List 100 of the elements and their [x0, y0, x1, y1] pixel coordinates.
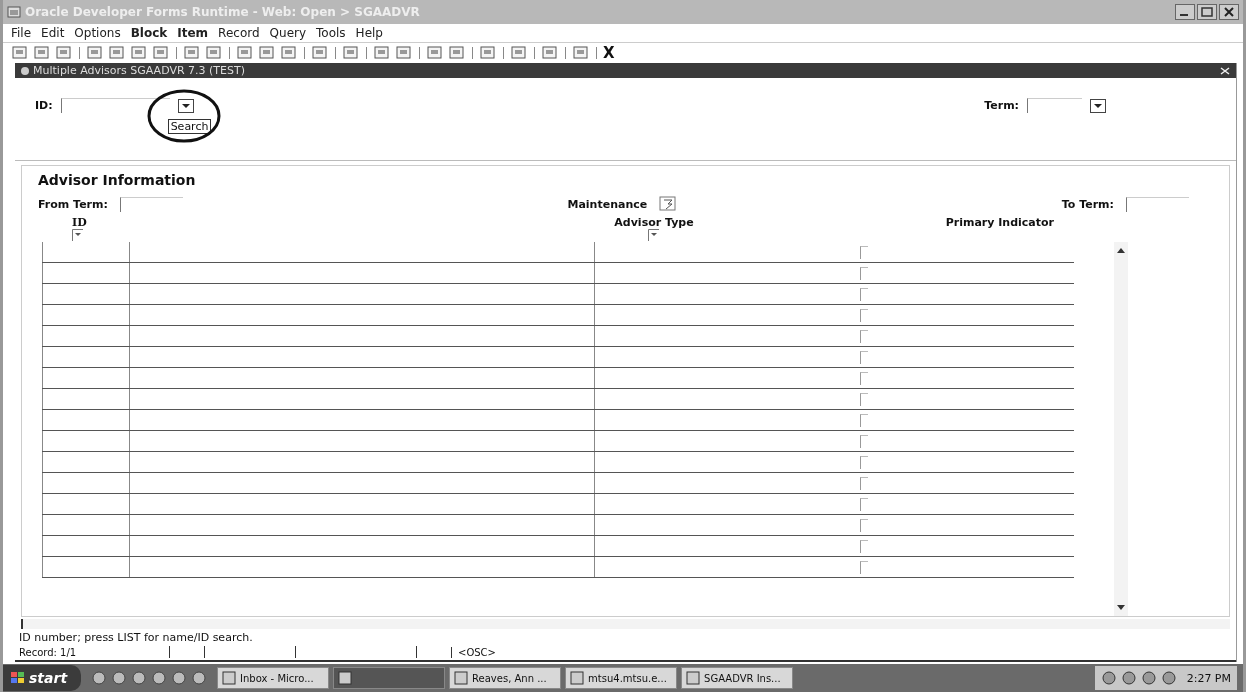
toolbar-icon[interactable]	[311, 45, 329, 61]
toolbar-icon[interactable]	[55, 45, 73, 61]
field-label: Term:	[984, 99, 1019, 112]
toolbar-icon[interactable]	[373, 45, 391, 61]
checkbox[interactable]	[860, 560, 868, 574]
minimize-button[interactable]	[1175, 4, 1195, 20]
toolbar-icon[interactable]	[426, 45, 444, 61]
close-button[interactable]	[1219, 4, 1239, 20]
toolbar-icon[interactable]	[342, 45, 360, 61]
dropdown-button[interactable]	[177, 98, 194, 113]
exit-button[interactable]: X	[603, 45, 615, 61]
toolbar-icon[interactable]	[258, 45, 276, 61]
toolbar-icon[interactable]	[205, 45, 223, 61]
id-field[interactable]	[42, 452, 130, 472]
quick-launch-icon[interactable]	[171, 670, 188, 686]
start-button[interactable]: start	[3, 665, 82, 691]
id-field[interactable]	[42, 536, 130, 556]
id-field[interactable]	[42, 515, 130, 535]
toolbar-icon[interactable]	[236, 45, 254, 61]
close-icon[interactable]	[1218, 64, 1232, 77]
menu-item[interactable]: Tools	[316, 26, 346, 40]
taskbar-button[interactable]: SGAADVR Ins...	[681, 667, 794, 689]
scroll-down-icon[interactable]	[1116, 604, 1126, 612]
toolbar-icon[interactable]	[448, 45, 466, 61]
quick-launch-icon[interactable]	[131, 670, 148, 686]
mode-indicator: <OSC>	[451, 646, 496, 658]
menu-item[interactable]: Edit	[41, 26, 65, 40]
taskbar-button[interactable]: Reaves, Ann ...	[449, 667, 562, 689]
toolbar-icon[interactable]	[152, 45, 170, 61]
menu-item[interactable]: Help	[355, 26, 383, 40]
quick-launch-icon[interactable]	[111, 670, 128, 686]
id-field[interactable]	[42, 326, 130, 346]
menu-item[interactable]: Options	[74, 26, 121, 40]
id-field[interactable]	[42, 431, 130, 451]
taskbar-button[interactable]: mtsu4.mtsu.e...	[565, 667, 678, 689]
checkbox[interactable]	[860, 245, 868, 259]
menu-item[interactable]: Block	[130, 26, 168, 40]
tray-icon[interactable]	[1160, 670, 1177, 686]
toolbar-icon[interactable]	[280, 45, 298, 61]
checkbox[interactable]	[860, 350, 868, 364]
toolbar-icon[interactable]	[572, 45, 590, 61]
id-field[interactable]	[42, 242, 130, 262]
quick-launch-icon[interactable]	[151, 670, 168, 686]
toolbar-icon[interactable]	[130, 45, 148, 61]
id-field[interactable]	[42, 368, 130, 388]
taskbar-button[interactable]	[333, 667, 446, 689]
checkbox[interactable]	[860, 518, 868, 532]
menu-item[interactable]: Query	[269, 26, 307, 40]
id-field[interactable]	[42, 473, 130, 493]
checkbox[interactable]	[860, 329, 868, 343]
id-field[interactable]	[42, 389, 130, 409]
scroll-up-icon[interactable]	[1116, 246, 1126, 254]
input-field[interactable]	[60, 98, 170, 113]
block-title: Advisor Information	[38, 172, 197, 188]
dropdown-icon[interactable]	[72, 229, 84, 241]
toolbar-icon[interactable]	[541, 45, 559, 61]
quick-launch-icon[interactable]	[91, 670, 108, 686]
toolbar-icon[interactable]	[33, 45, 51, 61]
id-field[interactable]	[42, 557, 130, 577]
toolbar-icon[interactable]	[108, 45, 126, 61]
menu-item[interactable]: Item	[177, 26, 209, 40]
input-field[interactable]	[1126, 196, 1189, 212]
input-field[interactable]	[119, 196, 183, 212]
id-field[interactable]	[42, 263, 130, 283]
app-icon	[7, 6, 21, 18]
tray-icon[interactable]	[1140, 670, 1157, 686]
toolbar-icon[interactable]	[510, 45, 528, 61]
checkbox[interactable]	[860, 476, 868, 490]
taskbar-button[interactable]: Inbox - Micro...	[217, 667, 330, 689]
tray-icon[interactable]	[1120, 670, 1137, 686]
maintenance-icon[interactable]	[659, 196, 678, 212]
id-field[interactable]	[42, 494, 130, 514]
tray-icon[interactable]	[1100, 670, 1117, 686]
checkbox[interactable]	[860, 497, 868, 511]
checkbox[interactable]	[860, 413, 868, 427]
id-field[interactable]	[42, 410, 130, 430]
input-field[interactable]	[1027, 98, 1082, 113]
checkbox[interactable]	[860, 392, 868, 406]
id-field[interactable]	[42, 284, 130, 304]
toolbar-icon[interactable]	[395, 45, 413, 61]
status-message: ID number; press LIST for name/ID search.	[18, 631, 254, 644]
dropdown-button[interactable]	[1090, 98, 1106, 113]
menu-item[interactable]: Record	[218, 26, 260, 40]
toolbar-icon[interactable]	[86, 45, 104, 61]
menu-item[interactable]: File	[11, 26, 32, 40]
id-field[interactable]	[42, 347, 130, 367]
toolbar-icon[interactable]	[479, 45, 497, 61]
checkbox[interactable]	[860, 287, 868, 301]
checkbox[interactable]	[860, 266, 868, 280]
checkbox[interactable]	[860, 371, 868, 385]
checkbox[interactable]	[860, 455, 868, 469]
quick-launch-icon[interactable]	[191, 670, 208, 686]
checkbox[interactable]	[860, 434, 868, 448]
checkbox[interactable]	[860, 539, 868, 553]
maximize-button[interactable]	[1197, 4, 1217, 20]
dropdown-icon[interactable]	[648, 229, 660, 241]
checkbox[interactable]	[860, 308, 868, 322]
toolbar-icon[interactable]	[183, 45, 201, 61]
toolbar-icon[interactable]	[11, 45, 29, 61]
id-field[interactable]	[42, 305, 130, 325]
